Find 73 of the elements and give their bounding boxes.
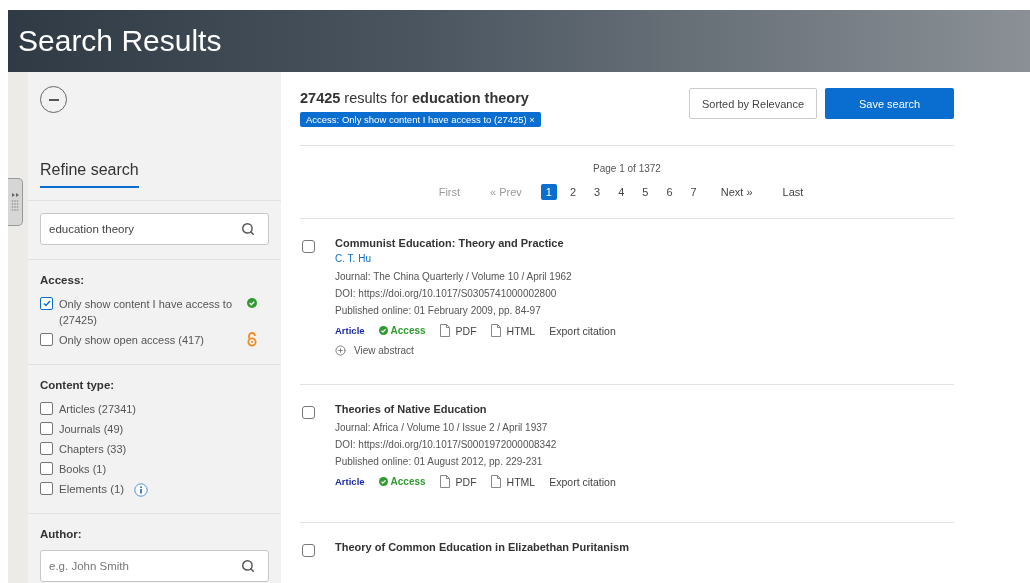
page-link[interactable]: Last bbox=[777, 184, 809, 200]
checkbox[interactable] bbox=[40, 333, 53, 346]
file-icon bbox=[439, 324, 450, 337]
check-circle-icon bbox=[378, 326, 388, 335]
file-link[interactable]: PDF bbox=[439, 324, 477, 337]
open-lock-icon bbox=[247, 332, 257, 347]
page-link[interactable]: 5 bbox=[637, 184, 654, 200]
filter-option[interactable]: Chapters (33) bbox=[59, 441, 241, 457]
search-icon[interactable] bbox=[241, 222, 255, 236]
checkbox[interactable] bbox=[40, 442, 53, 455]
filter-heading: Access: bbox=[40, 274, 86, 286]
file-icon bbox=[439, 475, 450, 488]
search-icon[interactable] bbox=[241, 559, 255, 573]
page-link[interactable]: 3 bbox=[589, 184, 606, 200]
filter-option[interactable]: Journals (49) bbox=[59, 421, 241, 437]
filter-heading: Author: bbox=[40, 528, 83, 540]
page-link[interactable]: 2 bbox=[565, 184, 582, 200]
page-count: Page 1 of 1372 bbox=[593, 163, 661, 174]
view-abstract-link[interactable]: View abstract bbox=[335, 345, 616, 356]
access-label: Access bbox=[378, 325, 426, 336]
page-link[interactable]: Next » bbox=[715, 184, 758, 200]
checkbox[interactable] bbox=[302, 544, 315, 557]
page-link[interactable]: 6 bbox=[661, 184, 678, 200]
result-title[interactable]: Communist Education: Theory and Practice bbox=[335, 237, 616, 249]
sidebar-handle[interactable] bbox=[8, 178, 23, 226]
checkbox[interactable] bbox=[302, 240, 315, 253]
filter-heading: Content type: bbox=[40, 379, 116, 391]
plus-circle-icon bbox=[335, 345, 346, 356]
refine-search-heading: Refine search bbox=[40, 161, 139, 188]
search-field[interactable]: education theory bbox=[40, 213, 269, 245]
page-link[interactable]: 7 bbox=[685, 184, 702, 200]
content-type-label: Article bbox=[335, 325, 365, 336]
result-title[interactable]: Theory of Common Education in Elizabethan Puritanism bbox=[335, 541, 629, 553]
checkbox[interactable] bbox=[40, 402, 53, 415]
result-title[interactable]: Theories of Native Education bbox=[335, 403, 616, 415]
checkbox[interactable] bbox=[302, 406, 315, 419]
checkbox[interactable] bbox=[40, 482, 53, 495]
check-circle-icon bbox=[378, 477, 388, 486]
result-detail: DOI: https://doi.org/10.1017/S0305741000002800 bbox=[335, 287, 558, 301]
author-link[interactable]: C. T. Hu bbox=[335, 253, 616, 264]
author-field[interactable]: e.g. John Smith bbox=[40, 550, 269, 582]
check-circle-icon bbox=[247, 298, 257, 308]
result-detail: Published online: 01 August 2012, pp. 229-231 bbox=[335, 455, 544, 469]
sort-button[interactable]: Sorted by Relevance bbox=[689, 88, 817, 119]
page-link[interactable]: 4 bbox=[613, 184, 630, 200]
filter-option[interactable]: Only show open access (417) bbox=[59, 332, 241, 348]
filter-chip[interactable]: Access: Only show content I have access to (27425) × bbox=[300, 112, 541, 127]
result-detail: Journal: The China Quarterly / Volume 10 / April 1962 bbox=[335, 270, 573, 284]
file-icon bbox=[490, 475, 501, 488]
result-detail: DOI: https://doi.org/10.1017/S0001972000008342 bbox=[335, 438, 558, 452]
page-link[interactable]: 1 bbox=[540, 184, 557, 200]
export-citation-link[interactable]: Export citation bbox=[549, 324, 616, 337]
filter-option[interactable]: Only show content I have access to (27425) bbox=[59, 296, 241, 328]
checkbox[interactable] bbox=[40, 297, 53, 310]
filter-option[interactable]: Elements (1) bbox=[59, 481, 125, 497]
result-detail: Published online: 01 February 2009, pp. 84-97 bbox=[335, 304, 542, 318]
export-citation-link[interactable]: Export citation bbox=[549, 475, 616, 488]
info-icon[interactable] bbox=[134, 483, 149, 497]
checkbox[interactable] bbox=[40, 462, 53, 475]
checkbox[interactable] bbox=[40, 422, 53, 435]
file-link[interactable]: PDF bbox=[439, 475, 477, 488]
save-search-button[interactable]: Save search bbox=[825, 88, 954, 119]
page-title: Search Results bbox=[18, 24, 222, 58]
access-label: Access bbox=[378, 476, 426, 487]
filter-option[interactable]: Articles (27341) bbox=[59, 401, 241, 417]
result-detail: Journal: Africa / Volume 10 / Issue 2 / April 1937 bbox=[335, 421, 549, 435]
file-link[interactable]: HTML bbox=[490, 324, 536, 337]
file-link[interactable]: HTML bbox=[490, 475, 536, 488]
minus-icon bbox=[48, 98, 59, 101]
content-type-label: Article bbox=[335, 476, 365, 487]
file-icon bbox=[490, 324, 501, 337]
results-summary: 27425 results for education theory bbox=[300, 90, 530, 106]
filter-option[interactable]: Books (1) bbox=[59, 461, 241, 477]
